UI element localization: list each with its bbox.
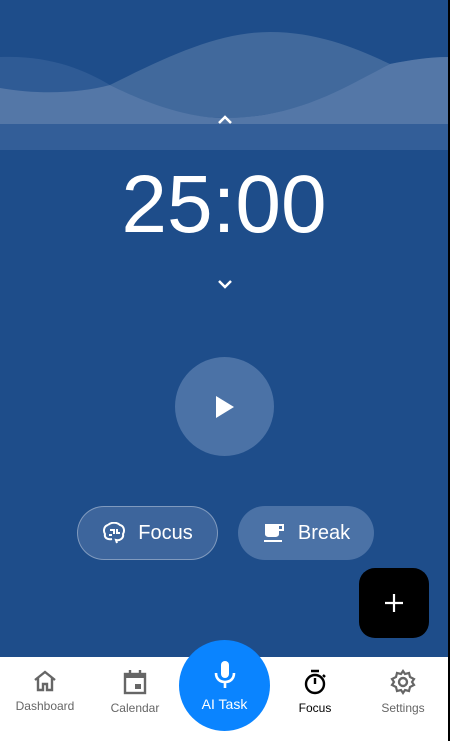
coffee-icon (263, 524, 284, 542)
nav-item-settings[interactable]: Settings (358, 657, 448, 727)
break-mode-button[interactable]: Break (238, 506, 374, 560)
nav-item-calendar[interactable]: Calendar (90, 657, 180, 727)
play-icon (215, 395, 234, 418)
ai-task-label: AI Task (201, 696, 248, 712)
timer-display: 25:00 (121, 159, 327, 250)
microphone-icon (214, 661, 235, 688)
brain-icon (103, 522, 126, 544)
increase-chevron-up-icon[interactable] (214, 112, 236, 126)
nav-label-dashboard: Dashboard (15, 699, 75, 713)
gear-icon (390, 669, 416, 695)
nav-label-settings: Settings (381, 701, 425, 715)
add-task-fab[interactable] (359, 568, 429, 638)
nav-item-focus[interactable]: Focus (270, 657, 360, 727)
ai-task-button[interactable]: AI Task (179, 640, 270, 731)
decrease-chevron-down-icon[interactable] (214, 277, 236, 291)
nav-item-dashboard[interactable]: Dashboard (0, 657, 90, 727)
wave-band (0, 124, 448, 150)
stopwatch-icon (304, 669, 326, 695)
calendar-icon (123, 670, 147, 695)
focus-screen: 25:00 Focus Break Dashboard Calendar Foc… (0, 0, 448, 741)
plus-icon (385, 594, 403, 612)
nav-label-focus: Focus (298, 701, 332, 715)
focus-mode-button[interactable]: Focus (77, 506, 218, 560)
home-icon (34, 670, 56, 692)
play-button[interactable] (175, 357, 274, 456)
focus-mode-label: Focus (138, 521, 193, 544)
break-mode-label: Break (297, 521, 351, 544)
nav-label-calendar: Calendar (110, 701, 160, 715)
